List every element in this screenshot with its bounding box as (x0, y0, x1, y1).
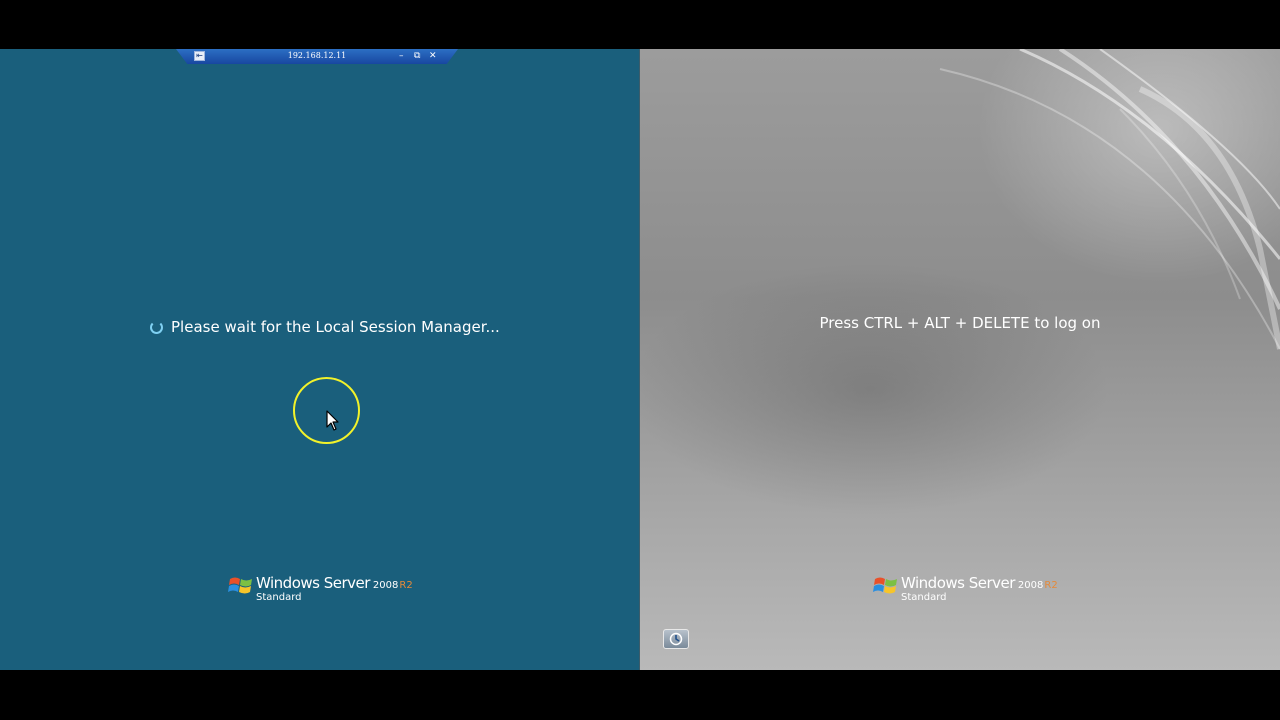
brand-version: 2008 (1017, 580, 1044, 591)
session-status-text: Please wait for the Local Session Manage… (171, 318, 500, 336)
logon-prompt[interactable]: Press CTRL + ALT + DELETE to log on (640, 314, 1280, 332)
letterbox-bottom (0, 670, 1280, 720)
loading-spinner-icon (150, 320, 163, 334)
windows-flag-logo-icon (873, 577, 897, 594)
brand-name: Windows Server (256, 574, 370, 592)
close-button[interactable]: ✕ (429, 50, 437, 62)
mouse-pointer-icon (326, 410, 339, 431)
session-status: Please wait for the Local Session Manage… (150, 316, 500, 338)
brand-edition: Standard (901, 592, 947, 603)
windows-server-branding: Windows Server 2008 R2 Standard (228, 574, 413, 614)
letterbox-top (0, 0, 1280, 49)
windows-flag-logo-icon (228, 577, 252, 594)
windows-server-branding: Windows Server 2008 R2 Standard (873, 574, 1058, 614)
brand-name: Windows Server (901, 574, 1015, 592)
brand-release: R2 (399, 580, 413, 591)
brand-release: R2 (1044, 580, 1058, 591)
remote-connection-bar[interactable]: ⇤ 192.168.12.11 – ⧉ ✕ (176, 49, 458, 64)
ease-of-access-icon (669, 632, 683, 646)
brand-edition: Standard (256, 592, 302, 603)
brand-version: 2008 (372, 580, 399, 591)
minimize-button[interactable]: – (399, 50, 404, 62)
restore-button[interactable]: ⧉ (414, 50, 420, 62)
ease-of-access-button[interactable] (663, 629, 689, 649)
